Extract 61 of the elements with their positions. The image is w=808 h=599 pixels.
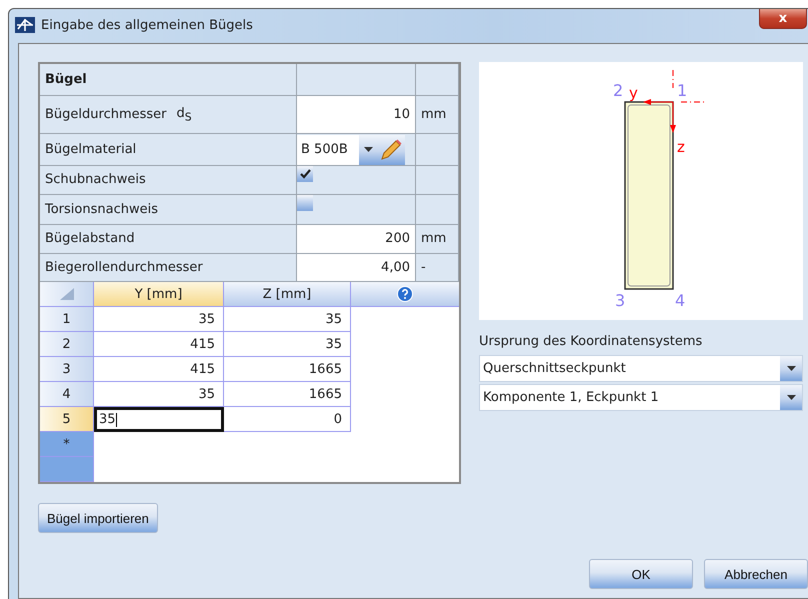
axes-drawing — [643, 70, 706, 133]
section-title: Bügel — [45, 72, 87, 87]
value-field[interactable]: 10 — [393, 107, 410, 122]
property-label: Biegerollendurchmesser — [45, 260, 203, 276]
table-cell[interactable]: 1665 — [224, 382, 351, 407]
unit-label: - — [421, 260, 426, 276]
value-field[interactable]: 200 — [385, 231, 410, 246]
caret-icon — [786, 395, 796, 400]
property-label: Bügelmaterial — [45, 142, 136, 158]
value-field[interactable]: 4,00 — [381, 260, 410, 276]
property-label: Bügeldurchmesser — [45, 107, 167, 122]
corner-icon — [60, 288, 74, 300]
table-cell[interactable]: 35 — [94, 382, 224, 407]
point-label: 3 — [615, 291, 626, 310]
property-label: Bügelabstand — [45, 231, 135, 246]
app-logo-icon — [15, 17, 35, 33]
check-icon — [300, 169, 310, 180]
window-title: Eingabe des allgemeinen Bügels — [41, 18, 253, 32]
dialog-button[interactable]: OK — [589, 559, 693, 589]
origin-label: Ursprung des Koordinatensystems — [479, 334, 704, 349]
table-cell[interactable]: 0 — [224, 407, 351, 432]
caret-icon — [364, 147, 373, 152]
caret-icon — [786, 366, 796, 371]
dialog-button[interactable]: Abbrechen — [704, 559, 808, 589]
dropdown-button[interactable] — [359, 134, 378, 165]
origin-type-dropdown[interactable]: Querschnittseckpunkt — [479, 355, 803, 382]
point-label: 4 — [675, 291, 686, 310]
symbol-label: d$_{S}$ — [176, 106, 192, 124]
axis-label: z — [677, 138, 685, 156]
row-header-background — [40, 457, 94, 482]
checkbox[interactable] — [297, 166, 313, 182]
unit-label: mm — [421, 107, 446, 122]
column-header[interactable]: Z [mm] — [224, 282, 351, 307]
row-header[interactable]: 3 — [40, 357, 94, 382]
edit-button[interactable] — [377, 134, 405, 165]
axis-label: y — [629, 84, 638, 102]
unit-label: mm — [421, 231, 446, 246]
property-label: Schubnachweis — [45, 172, 146, 188]
help-icon[interactable] — [397, 286, 413, 302]
row-header[interactable]: 5 — [40, 407, 94, 432]
property-label: Torsionsnachweis — [45, 202, 158, 217]
row-header[interactable]: 1 — [40, 307, 94, 332]
row-header[interactable]: 4 — [40, 382, 94, 407]
material-dropdown[interactable]: B 500B — [297, 134, 359, 165]
table-cell[interactable]: 35 — [94, 307, 224, 332]
import-button[interactable]: Bügel importieren — [38, 503, 158, 533]
checkbox[interactable] — [297, 194, 313, 211]
cell-editor[interactable]: 35 — [94, 407, 224, 432]
row-header[interactable]: 2 — [40, 332, 94, 357]
pencil-icon — [379, 138, 404, 161]
table-cell[interactable]: 415 — [94, 332, 224, 357]
point-label: 2 — [613, 81, 624, 100]
origin-point-dropdown[interactable]: Komponente 1, Eckpunkt 1 — [479, 384, 803, 411]
table-cell[interactable]: 35 — [224, 307, 351, 332]
point-label: 1 — [677, 81, 688, 100]
new-row-marker[interactable]: * — [40, 432, 94, 457]
column-header[interactable]: Y [mm] — [94, 282, 224, 307]
close-button[interactable]: x — [759, 9, 807, 29]
table-cell[interactable]: 35 — [224, 332, 351, 357]
table-cell[interactable]: 415 — [94, 357, 224, 382]
table-cell[interactable]: 1665 — [224, 357, 351, 382]
